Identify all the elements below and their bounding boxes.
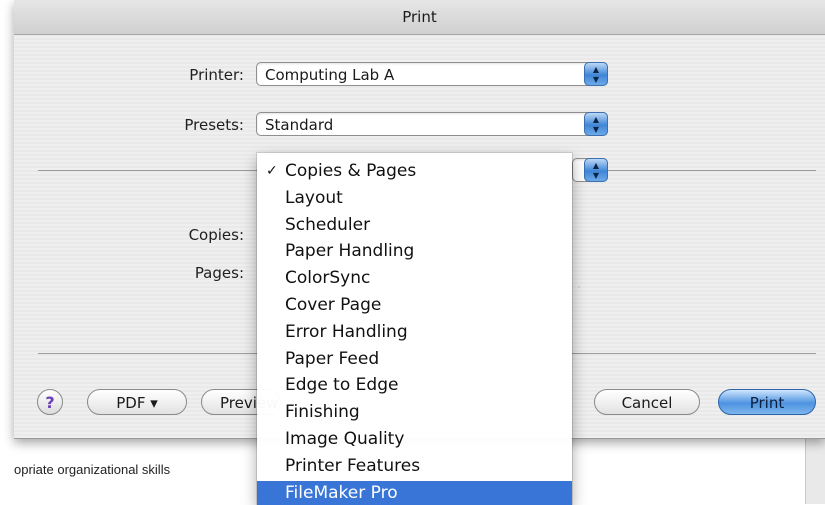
help-button[interactable]: ? [37, 389, 63, 415]
menu-item[interactable]: ✓ Copies & Pages [257, 159, 572, 183]
popup-arrows-icon: ▲ ▼ [584, 62, 608, 86]
panel-separator-left [38, 170, 258, 171]
panel-separator-right [608, 170, 816, 171]
cancel-button[interactable]: Cancel [594, 389, 700, 415]
menu-item-label: FileMaker Pro [285, 482, 398, 503]
menu-item-label: Image Quality [285, 429, 405, 449]
menu-item[interactable]: Image Quality [257, 427, 572, 451]
background-document-text: opriate organizational skills [14, 462, 171, 477]
menu-item-label: Finishing [285, 402, 360, 423]
printer-label: Printer: [189, 66, 244, 84]
menu-item-label: Edge to Edge [285, 375, 399, 396]
popup-arrows-icon: ▲ ▼ [584, 112, 608, 136]
pdf-button[interactable]: PDF ▾ [87, 389, 187, 415]
menu-item-label: Cover Page [285, 295, 382, 315]
bottom-separator-left [38, 353, 258, 354]
menu-item-label: Paper Feed [285, 348, 380, 369]
menu-item[interactable]: Error Handling [257, 320, 572, 344]
pages-spacer [578, 286, 580, 288]
presets-popup[interactable]: Standard ▲ ▼ [256, 112, 608, 136]
menu-item[interactable]: Scheduler [257, 213, 572, 237]
presets-label: Presets: [184, 116, 244, 134]
menu-item-label: Printer Features [285, 455, 421, 476]
panel-menu: ✓ Copies & Pages Layout Scheduler Paper Hand… [257, 153, 572, 505]
pages-label: Pages: [194, 264, 244, 282]
menu-item[interactable]: Paper Handling [257, 239, 572, 263]
popup-arrows-icon: ▲ ▼ [584, 158, 608, 182]
printer-value: Computing Lab A [265, 66, 395, 84]
menu-item-label: Layout [285, 187, 343, 208]
dialog-title: Print [14, 0, 825, 35]
menu-item[interactable]: Edge to Edge [257, 373, 572, 397]
bottom-separator-right [572, 353, 816, 354]
background-sidebar [805, 438, 825, 504]
checkmark-icon: ✓ [266, 163, 278, 179]
presets-value: Standard [265, 116, 334, 134]
menu-item[interactable]: Layout [257, 186, 572, 210]
menu-item-label: Scheduler [285, 214, 371, 235]
menu-item-label: Copies & Pages [285, 161, 417, 181]
menu-item[interactable]: ColorSync [257, 266, 572, 290]
printer-popup[interactable]: Computing Lab A ▲ ▼ [256, 62, 608, 86]
menu-item-label: ColorSync [285, 268, 371, 289]
menu-item[interactable]: Finishing [257, 400, 572, 424]
menu-item[interactable]: Printer Features [257, 454, 572, 478]
print-button[interactable]: Print [718, 389, 816, 415]
copies-label: Copies: [188, 226, 244, 244]
menu-item[interactable]: FileMaker Pro [257, 480, 572, 505]
menu-item[interactable]: Cover Page [257, 293, 572, 317]
menu-item-label: Paper Handling [285, 241, 415, 262]
menu-item-label: Error Handling [285, 321, 408, 342]
panel-popup[interactable]: ▲ ▼ [572, 158, 608, 182]
menu-item[interactable]: Paper Feed [257, 347, 572, 371]
